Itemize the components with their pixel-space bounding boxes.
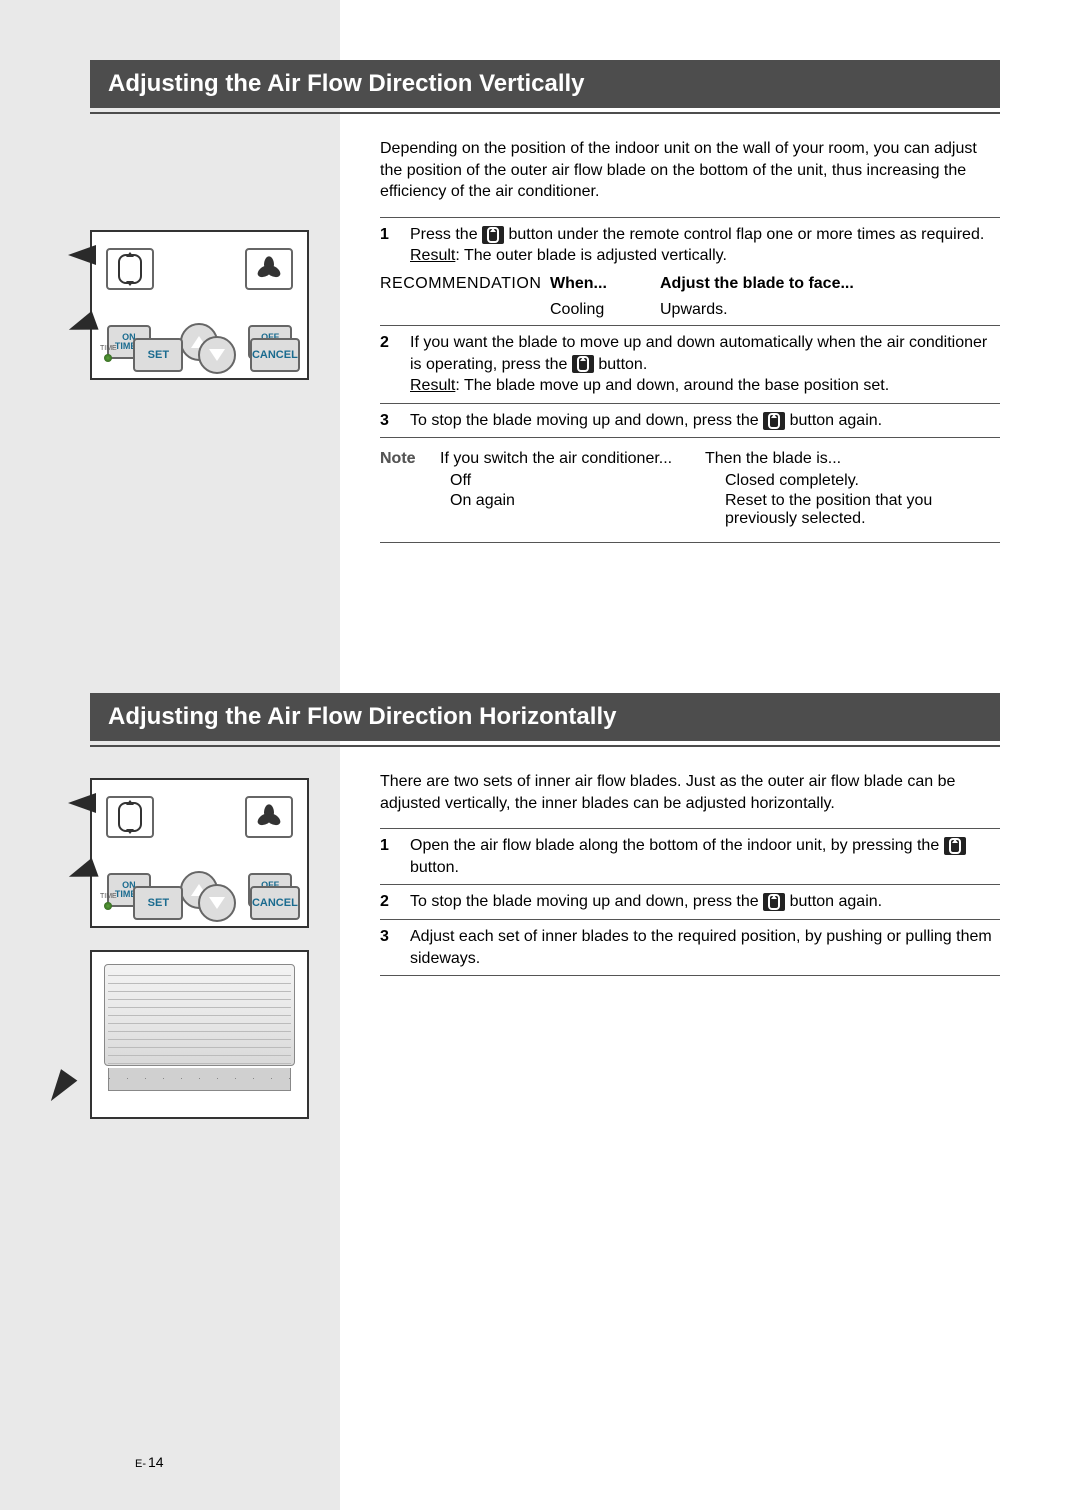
- recommendation-header: RECOMMENDATION When... Adjust the blade …: [380, 275, 1000, 293]
- note-cell: On again: [440, 492, 725, 528]
- chevron-down-icon: [209, 349, 225, 361]
- note-header-2: Then the blade is...: [705, 448, 841, 470]
- pointer-arrow-icon: [68, 793, 96, 813]
- step-1: 1 Press the button under the remote cont…: [380, 224, 1000, 267]
- swing-icon: [118, 254, 142, 284]
- intro-horizontal: There are two sets of inner air flow bla…: [380, 771, 1000, 814]
- step-3-text-a: To stop the blade moving up and down, pr…: [410, 412, 763, 429]
- step-1h-text-b: button.: [410, 859, 459, 876]
- step-3: 3 To stop the blade moving up and down, …: [380, 410, 1000, 432]
- step-1-result: : The outer blade is adjusted vertically…: [455, 247, 727, 264]
- swing-icon: [944, 837, 966, 855]
- step-1-text-a: Press the: [410, 226, 482, 243]
- divider: [380, 325, 1000, 326]
- rc-fan-button: [245, 796, 293, 838]
- rc-fan-button: [245, 248, 293, 290]
- remote-illustration-2: ONTIMER OFFTIMER SET CANCEL TIME: [90, 778, 309, 928]
- step-2-result: : The blade move up and down, around the…: [455, 377, 889, 394]
- swing-icon: [118, 802, 142, 832]
- step-2-h: 2 To stop the blade moving up and down, …: [380, 891, 1000, 913]
- rc-swing-button: [106, 248, 154, 290]
- note-header-1: If you switch the air conditioner...: [440, 448, 705, 470]
- recommendation-adjust-header: Adjust the blade to face...: [660, 275, 1000, 293]
- step-2h-text-b: button again.: [790, 893, 883, 910]
- step-number: 2: [380, 332, 410, 397]
- divider: [380, 884, 1000, 885]
- rc-time-label: TIME: [100, 345, 117, 352]
- rc-swing-button: [106, 796, 154, 838]
- recommendation-label: RECOMMENDATION: [380, 275, 550, 293]
- step-number: 1: [380, 224, 410, 267]
- step-number: 2: [380, 891, 410, 913]
- divider: [380, 217, 1000, 218]
- unit-grille: [108, 968, 291, 1060]
- result-label: Result: [410, 247, 455, 264]
- step-3-text-b: button again.: [790, 412, 883, 429]
- rc-cancel-button: CANCEL: [250, 886, 300, 920]
- recommendation-when-value: Cooling: [550, 301, 660, 319]
- chevron-down-icon: [209, 897, 225, 909]
- step-2-text-a: If you want the blade to move up and dow…: [410, 334, 987, 373]
- result-label: Result: [410, 377, 455, 394]
- step-2-text-b: button.: [598, 356, 647, 373]
- remote-illustration-1: ONTIMER OFFTIMER SET CANCEL TIME: [90, 230, 309, 380]
- recommendation-when-header: When...: [550, 275, 660, 293]
- note-cell: Off: [440, 472, 725, 490]
- step-1-text-b: button under the remote control flap one…: [508, 226, 984, 243]
- swing-icon: [572, 355, 594, 373]
- step-number: 3: [380, 410, 410, 432]
- page-number: E-14: [135, 1454, 164, 1470]
- step-3-h: 3 Adjust each set of inner blades to the…: [380, 926, 1000, 969]
- recommendation-row: Cooling Upwards.: [380, 301, 1000, 319]
- note-block: Note If you switch the air conditioner..…: [380, 448, 1000, 470]
- step-3h-text: Adjust each set of inner blades to the r…: [410, 926, 1000, 969]
- rc-time-label: TIME: [100, 893, 117, 900]
- divider: [380, 437, 1000, 438]
- rc-down-button: [198, 336, 236, 374]
- intro-vertical: Depending on the position of the indoor …: [380, 138, 1000, 203]
- divider: [380, 542, 1000, 543]
- unit-louver: [108, 1068, 291, 1091]
- heading-vertical: Adjusting the Air Flow Direction Vertica…: [90, 60, 1000, 108]
- recommendation-adjust-value: Upwards.: [660, 301, 1000, 319]
- heading-underline: [90, 112, 1000, 114]
- rc-time-led: [104, 354, 112, 362]
- rc-set-button: SET: [133, 886, 183, 920]
- heading-horizontal: Adjusting the Air Flow Direction Horizon…: [90, 693, 1000, 741]
- swing-icon: [482, 226, 504, 244]
- swing-icon: [763, 893, 785, 911]
- heading-underline: [90, 745, 1000, 747]
- fan-icon: [256, 256, 282, 282]
- pointer-arrow-icon: [68, 245, 96, 265]
- step-number: 3: [380, 926, 410, 969]
- rc-down-button: [198, 884, 236, 922]
- indoor-unit-illustration: [90, 950, 309, 1119]
- step-1h-text-a: Open the air flow blade along the bottom…: [410, 837, 944, 854]
- rc-cancel-button: CANCEL: [250, 338, 300, 372]
- step-1-h: 1 Open the air flow blade along the bott…: [380, 835, 1000, 878]
- fan-icon: [256, 804, 282, 830]
- swing-icon: [763, 412, 785, 430]
- step-2: 2 If you want the blade to move up and d…: [380, 332, 1000, 397]
- note-cell: Closed completely.: [725, 472, 1000, 490]
- divider: [380, 919, 1000, 920]
- page-number-prefix: E-: [135, 1458, 146, 1470]
- divider: [380, 828, 1000, 829]
- note-cell: Reset to the position that you previousl…: [725, 492, 1000, 528]
- note-label: Note: [380, 448, 440, 470]
- divider: [380, 975, 1000, 976]
- page-number-value: 14: [148, 1454, 164, 1470]
- rc-set-button: SET: [133, 338, 183, 372]
- rc-time-led: [104, 902, 112, 910]
- step-2h-text-a: To stop the blade moving up and down, pr…: [410, 893, 763, 910]
- note-table: Off Closed completely. On again Reset to…: [440, 472, 1000, 528]
- step-number: 1: [380, 835, 410, 878]
- divider: [380, 403, 1000, 404]
